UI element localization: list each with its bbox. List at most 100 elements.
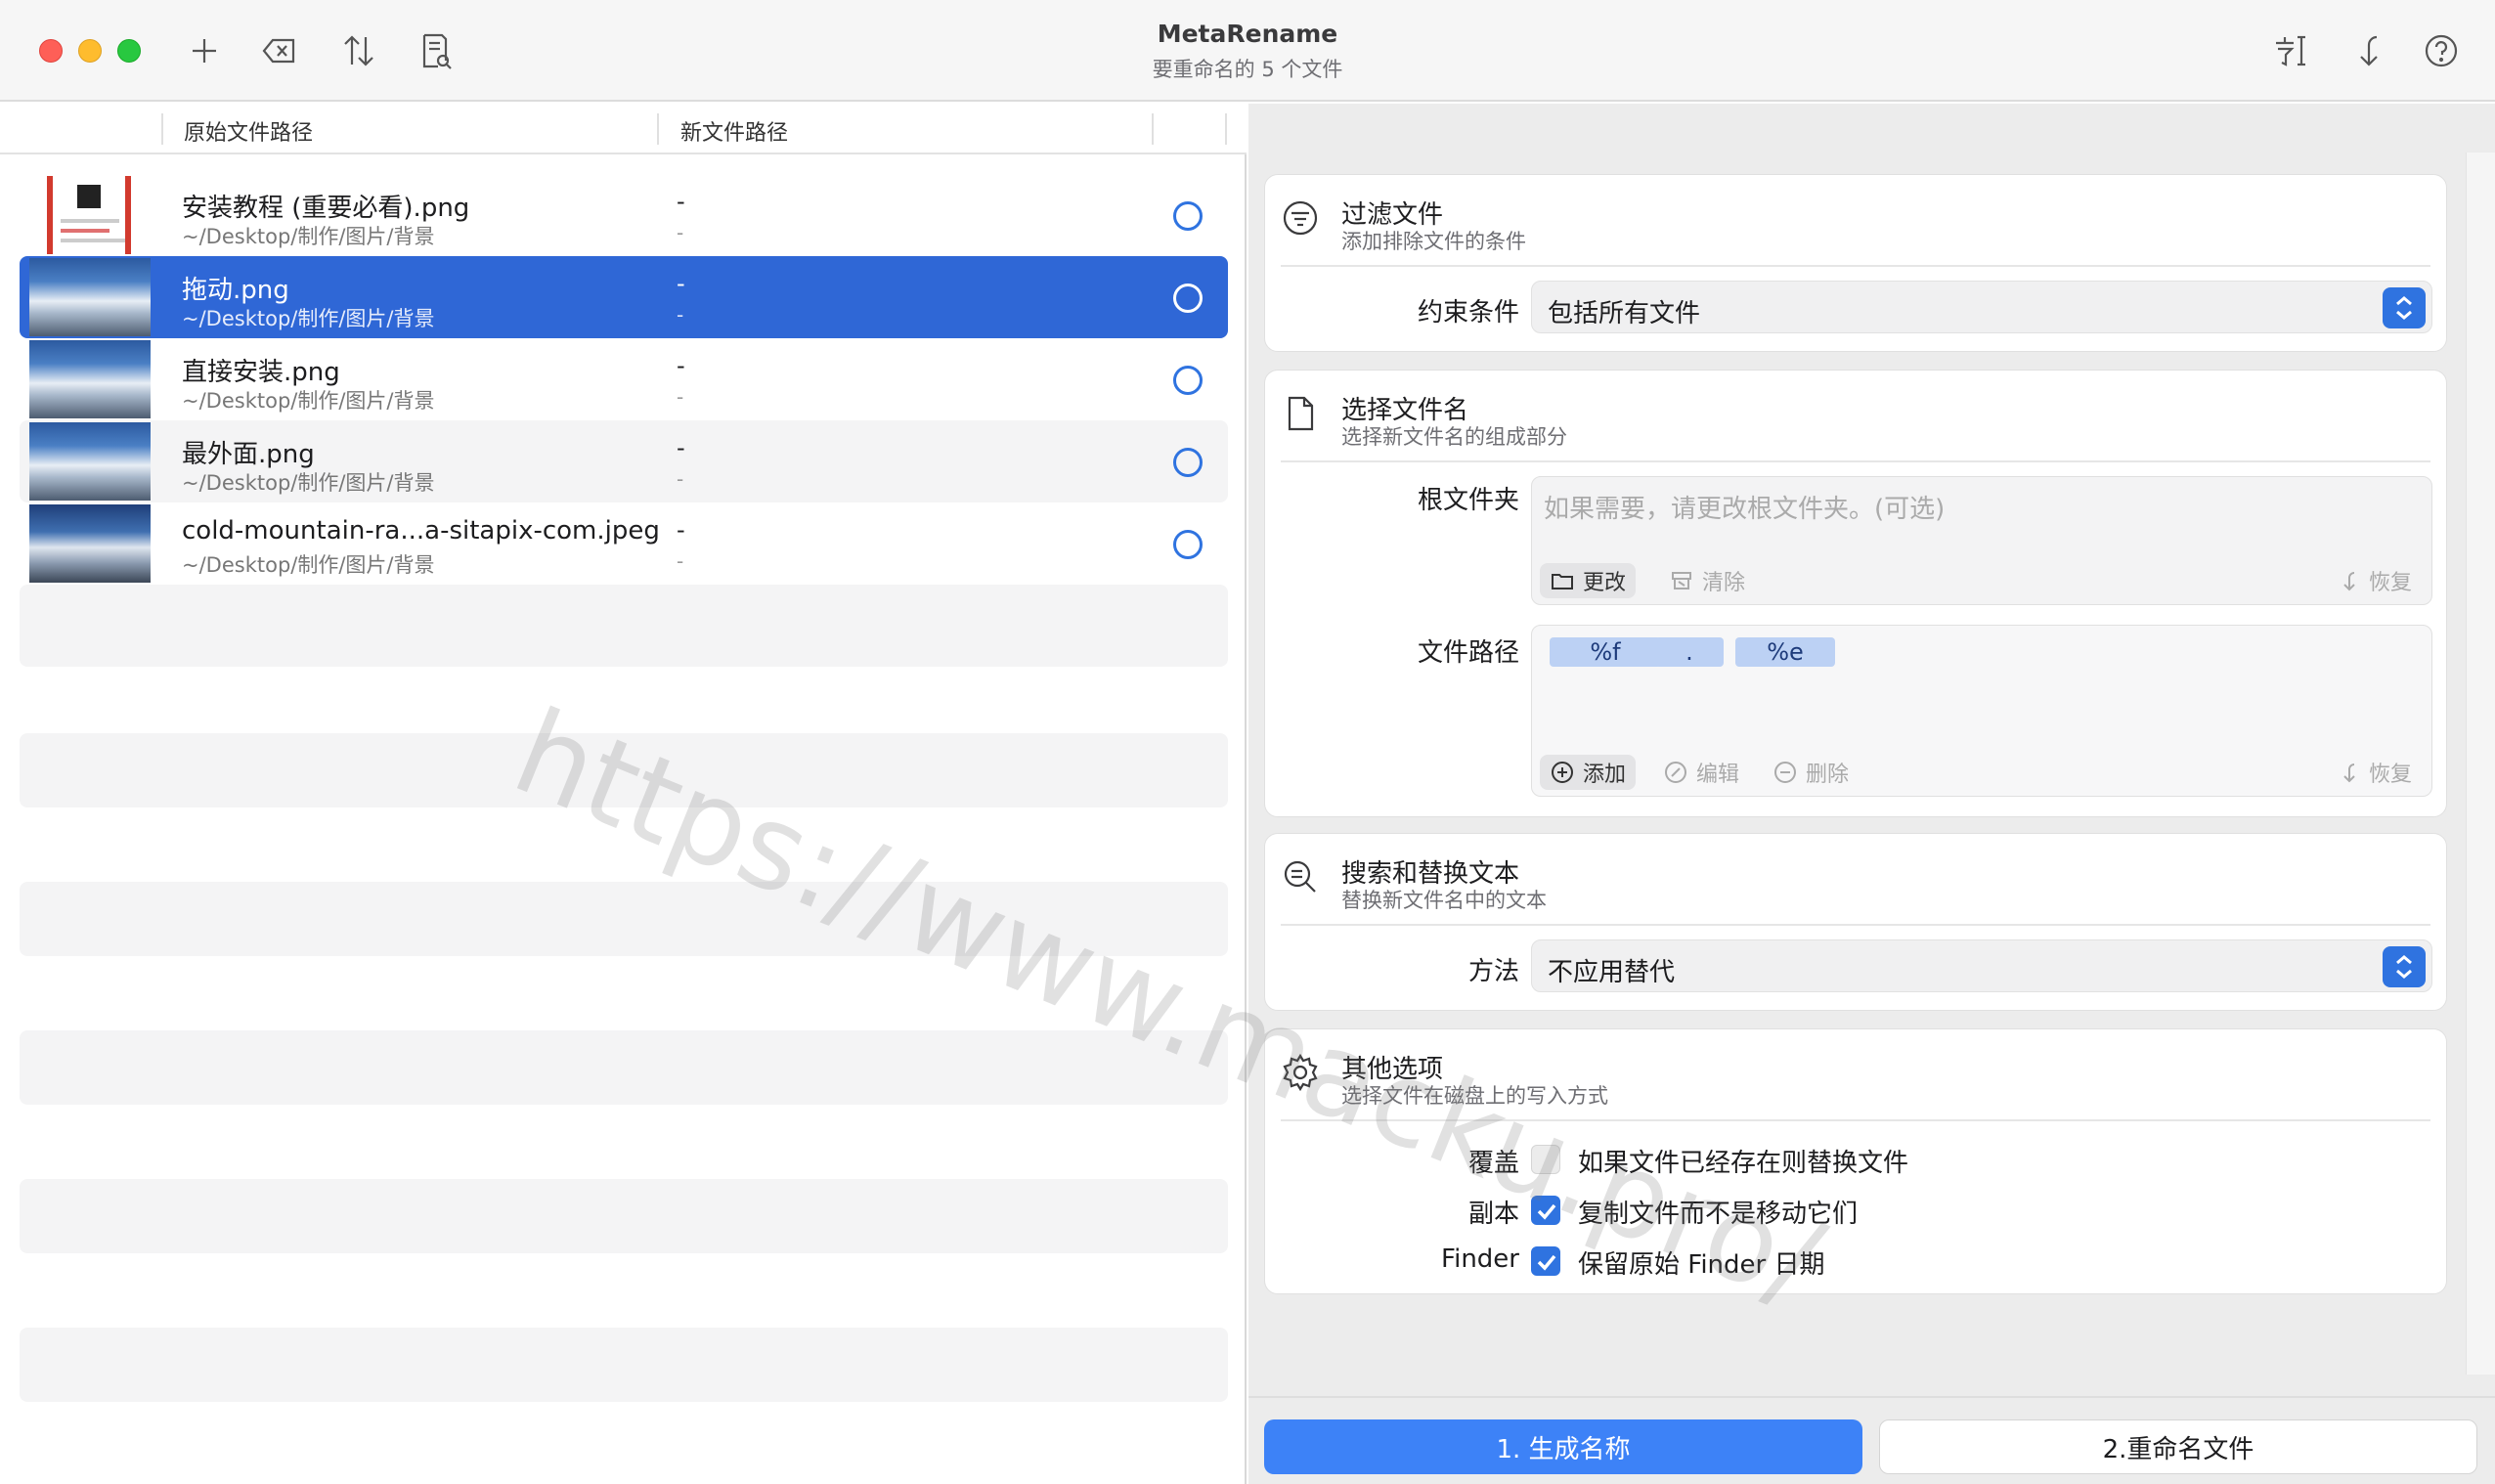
sort-icon[interactable]: [335, 27, 382, 74]
new-file-name: -: [677, 352, 685, 379]
filter-card: 过滤文件 添加排除文件的条件 约束条件 包括所有文件: [1264, 174, 2447, 352]
title-bar: MetaRename 要重命名的 5 个文件: [0, 0, 2495, 102]
overwrite-checkbox[interactable]: [1531, 1145, 1560, 1174]
spacer-row: [20, 667, 1228, 733]
undo-icon[interactable]: [2343, 27, 2390, 74]
spacer-row: [20, 1402, 1228, 1476]
action-bar: 1. 生成名称 2.重命名文件: [1248, 1396, 2495, 1484]
minimize-window-button[interactable]: [78, 39, 102, 63]
document-search-icon[interactable]: [413, 27, 460, 74]
edit-token-label: 编辑: [1696, 763, 1740, 787]
column-separator[interactable]: [657, 113, 659, 145]
file-row[interactable]: cold-mountain-ra...a-sitapix-com.jpeg ~/…: [20, 502, 1228, 585]
help-icon[interactable]: [2418, 27, 2465, 74]
checkmark-icon: [1537, 1254, 1556, 1271]
file-path-label: 文件路径: [1417, 638, 1519, 668]
overwrite-text[interactable]: 如果文件已经存在则替换文件: [1578, 1143, 1908, 1179]
close-window-button[interactable]: [39, 39, 63, 63]
plus-icon[interactable]: [181, 27, 228, 74]
file-list-pane: 原始文件路径 新文件路径 安装教程 (重要必看).png ~/Desktop/制: [0, 104, 1247, 1484]
chevron-updown-icon[interactable]: [2383, 946, 2426, 987]
overwrite-row: 覆盖 如果文件已经存在则替换文件: [1265, 1141, 2448, 1180]
status-circle-icon: [1173, 530, 1203, 559]
file-row[interactable]: 直接安装.png ~/Desktop/制作/图片/背景 - -: [20, 338, 1228, 420]
restore-path-button[interactable]: 恢复: [2326, 755, 2422, 790]
finder-checkbox[interactable]: [1531, 1246, 1560, 1276]
choose-name-subtitle: 选择新文件名的组成部分: [1341, 425, 1567, 449]
empty-row: [20, 1030, 1228, 1105]
constraint-label: 约束条件: [1417, 298, 1519, 327]
column-separator[interactable]: [1225, 113, 1227, 145]
chevron-updown-icon[interactable]: [2383, 287, 2426, 328]
file-row[interactable]: 安装教程 (重要必看).png ~/Desktop/制作/图片/背景 - -: [20, 174, 1228, 256]
spacer-row: [20, 1105, 1228, 1179]
font-icon[interactable]: [2266, 27, 2313, 74]
empty-row: [20, 585, 1228, 667]
document-thumbnail: [47, 176, 131, 254]
column-separator[interactable]: [161, 113, 163, 145]
spacer-row: [20, 956, 1228, 1030]
zoom-window-button[interactable]: [117, 39, 141, 63]
file-name: 拖动.png: [182, 276, 289, 305]
restore-icon: [2343, 764, 2355, 783]
empty-row: [20, 1179, 1228, 1253]
constraint-select[interactable]: 包括所有文件: [1531, 281, 2432, 333]
empty-row: [20, 882, 1228, 956]
file-path-toolbar: 添加 编辑 删除 恢复: [1532, 749, 2431, 796]
file-name: 安装教程 (重要必看).png: [182, 194, 470, 223]
file-rows: 安装教程 (重要必看).png ~/Desktop/制作/图片/背景 - - 拖…: [20, 174, 1228, 1476]
add-token-button[interactable]: 添加: [1540, 755, 1637, 790]
divider: [1281, 924, 2430, 926]
restore-label: 恢复: [2369, 571, 2413, 595]
add-token-label: 添加: [1583, 763, 1627, 787]
new-file-name: -: [677, 188, 685, 215]
options-pane: 过滤文件 添加排除文件的条件 约束条件 包括所有文件 选择文件名 选择新文件名的…: [1248, 104, 2495, 1484]
divider: [1281, 1119, 2430, 1121]
token-filename[interactable]: %f: [1550, 637, 1661, 667]
file-name: 最外面.png: [182, 440, 315, 469]
copy-checkbox[interactable]: [1531, 1196, 1560, 1225]
method-label: 方法: [1467, 957, 1519, 986]
file-thumbnail: [29, 340, 151, 418]
search-replace-icon: [1281, 857, 1320, 896]
column-title-new[interactable]: 新文件路径: [680, 115, 788, 147]
copy-text[interactable]: 复制文件而不是移动它们: [1578, 1194, 1858, 1230]
clear-button[interactable]: 清除: [1659, 563, 1755, 598]
clear-icon: [1672, 572, 1691, 589]
file-name: 直接安装.png: [182, 358, 340, 387]
token-extension[interactable]: %e: [1735, 637, 1835, 667]
status-circle-icon: [1173, 448, 1203, 477]
method-select[interactable]: 不应用替代: [1531, 939, 2432, 992]
change-folder-button[interactable]: 更改: [1540, 563, 1637, 598]
gear-icon: [1281, 1053, 1320, 1092]
delete-icon[interactable]: [256, 27, 303, 74]
file-path: ~/Desktop/制作/图片/背景: [182, 225, 435, 248]
status-circle-icon: [1173, 284, 1203, 313]
window-title: MetaRename: [1157, 20, 1338, 48]
empty-row: [20, 733, 1228, 807]
restore-button[interactable]: 恢复: [2326, 563, 2422, 598]
token-dot[interactable]: .: [1655, 637, 1724, 667]
new-file-name: -: [677, 270, 685, 297]
scrollbar[interactable]: [2466, 153, 2495, 1375]
status-circle-icon: [1173, 366, 1203, 395]
root-folder-input[interactable]: 如果需要，请更改根文件夹。(可选): [1544, 489, 1945, 525]
choose-name-card: 选择文件名 选择新文件名的组成部分 根文件夹 如果需要，请更改根文件夹。(可选)…: [1264, 370, 2447, 817]
window-subtitle: 要重命名的 5 个文件: [1152, 58, 1343, 81]
file-path: ~/Desktop/制作/图片/背景: [182, 389, 435, 413]
file-row[interactable]: 拖动.png ~/Desktop/制作/图片/背景 - -: [20, 256, 1228, 338]
delete-token-button[interactable]: 删除: [1763, 755, 1859, 790]
generate-names-button[interactable]: 1. 生成名称: [1264, 1419, 1862, 1474]
rename-files-button[interactable]: 2.重命名文件: [1879, 1419, 2477, 1474]
column-title-original[interactable]: 原始文件路径: [184, 115, 313, 147]
file-path: ~/Desktop/制作/图片/背景: [182, 307, 435, 330]
file-thumbnail: [29, 176, 151, 254]
new-file-path: -: [677, 549, 684, 573]
new-file-path: -: [677, 385, 684, 409]
finder-text[interactable]: 保留原始 Finder 日期: [1578, 1244, 1825, 1281]
column-separator[interactable]: [1152, 113, 1154, 145]
other-options-subtitle: 选择文件在磁盘上的写入方式: [1341, 1084, 1608, 1108]
edit-token-button[interactable]: 编辑: [1653, 755, 1749, 790]
file-row[interactable]: 最外面.png ~/Desktop/制作/图片/背景 - -: [20, 420, 1228, 502]
file-path: ~/Desktop/制作/图片/背景: [182, 553, 435, 577]
